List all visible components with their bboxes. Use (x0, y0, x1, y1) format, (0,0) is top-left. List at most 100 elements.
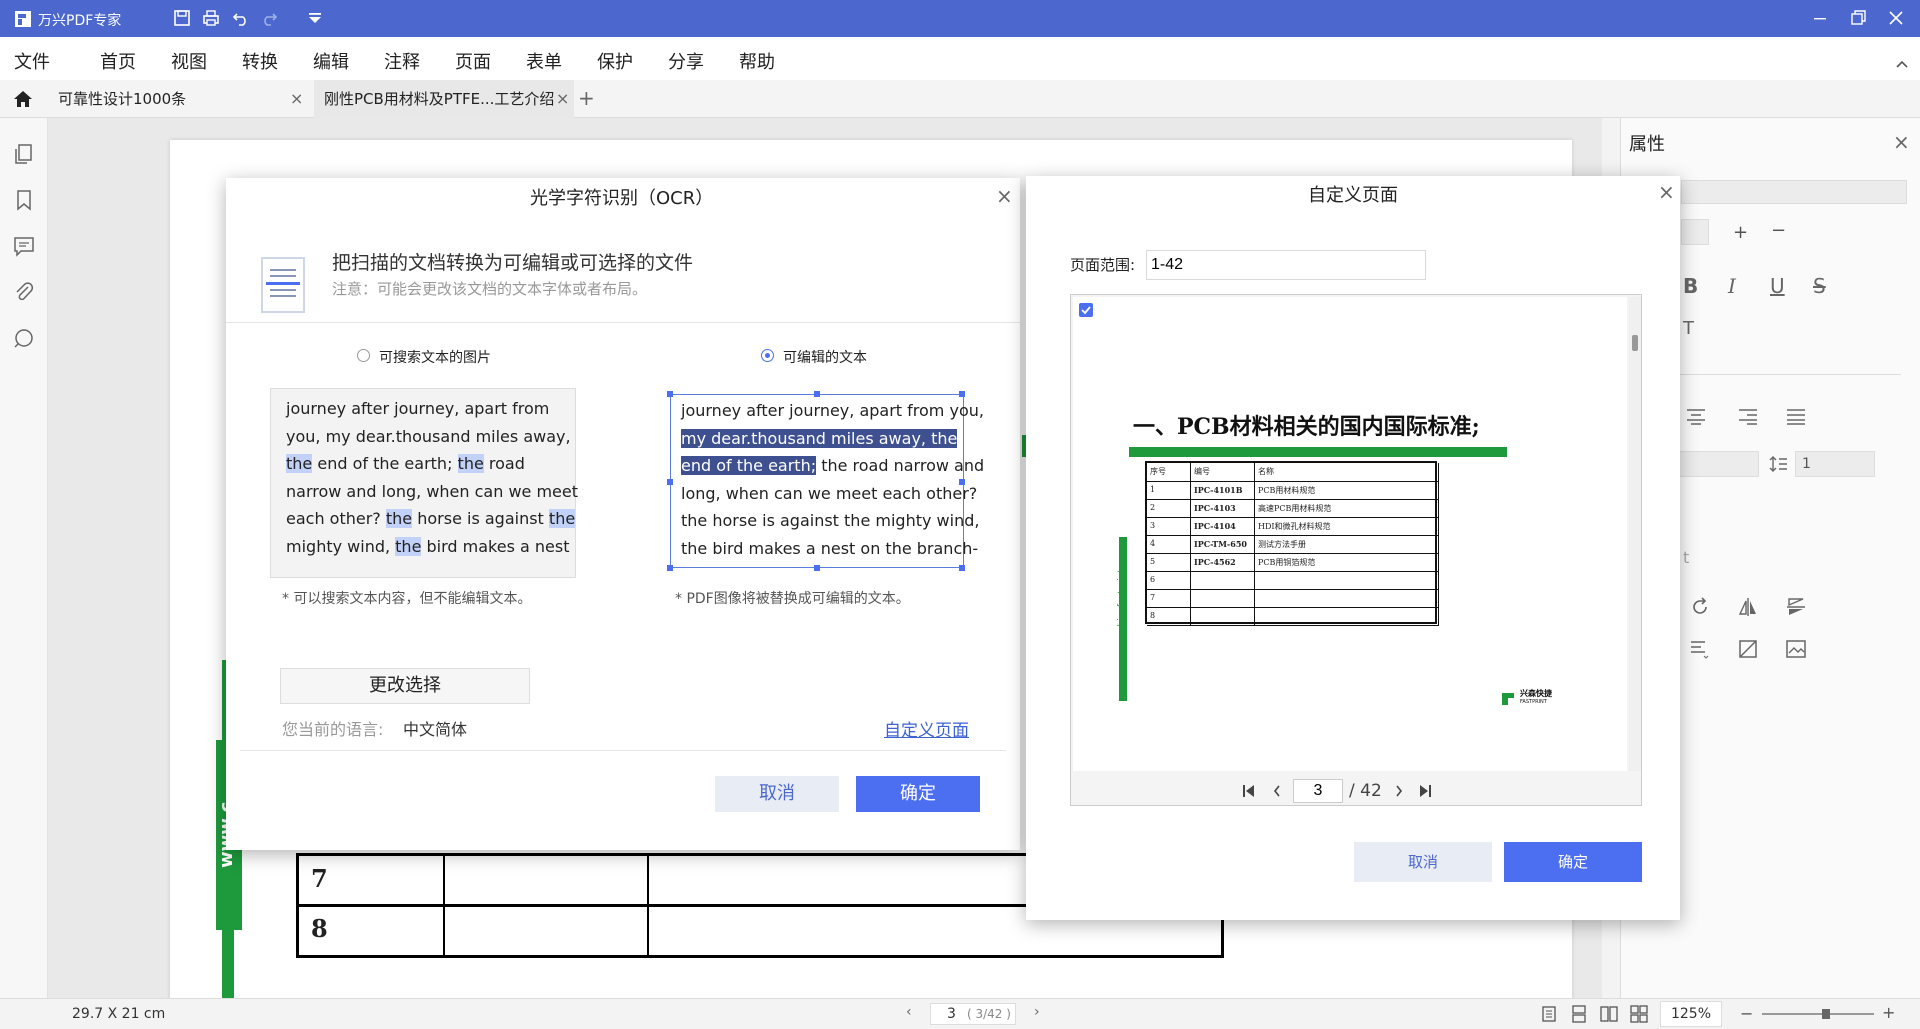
single-page-view-icon[interactable] (1540, 1005, 1558, 1023)
tab-close-icon[interactable]: × (290, 89, 303, 108)
current-page: 3 (947, 1006, 956, 1022)
preview-scrollbar-thumb[interactable] (1632, 335, 1638, 351)
crop-icon[interactable] (1737, 638, 1759, 660)
zoom-in-button[interactable]: + (1882, 1003, 1895, 1022)
replace-image-icon[interactable] (1785, 638, 1807, 660)
menu-protect[interactable]: 保护 (597, 48, 633, 74)
sample-text-line: my dear.thousand miles away, the (681, 428, 958, 448)
font-size-decrease-button[interactable]: − (1771, 220, 1786, 241)
underline-icon[interactable]: U (1770, 274, 1785, 298)
tab-close-icon[interactable]: × (556, 89, 569, 108)
undo-icon[interactable] (231, 8, 251, 28)
zoom-out-button[interactable]: − (1740, 1004, 1753, 1023)
continuous-view-icon[interactable] (1570, 1005, 1588, 1023)
menu-view[interactable]: 视图 (171, 48, 207, 74)
menu-edit[interactable]: 编辑 (313, 48, 349, 74)
preview-table-cell: PCB用铜箔规范 (1255, 554, 1439, 572)
searchable-image-radio[interactable] (357, 349, 370, 362)
editable-text-radio[interactable] (761, 349, 774, 362)
add-tab-button[interactable]: + (578, 86, 595, 110)
line-spacing-input[interactable]: 1 (1795, 451, 1875, 477)
menu-comment[interactable]: 注释 (384, 48, 420, 74)
menu-convert[interactable]: 转换 (242, 48, 278, 74)
menu-page[interactable]: 页面 (455, 48, 491, 74)
grid-view-icon[interactable] (1630, 1005, 1648, 1023)
font-size-select[interactable] (1681, 219, 1709, 245)
first-page-icon[interactable] (1241, 783, 1257, 799)
page-select-checkbox[interactable] (1079, 303, 1093, 317)
restore-icon[interactable] (1848, 8, 1868, 28)
comments-icon[interactable] (12, 234, 36, 258)
zoom-level[interactable]: 125% (1660, 1001, 1722, 1027)
redo-icon[interactable] (259, 8, 279, 28)
bookmark-icon[interactable] (12, 188, 36, 212)
page-range-input[interactable] (1146, 250, 1426, 280)
flip-horizontal-icon[interactable] (1737, 596, 1759, 618)
page-number-input[interactable]: 3 ( 3/42 ) (930, 1003, 1016, 1025)
menu-help[interactable]: 帮助 (739, 48, 775, 74)
language-value[interactable]: 中文简体 (403, 716, 467, 740)
font-size-increase-button[interactable]: + (1733, 222, 1748, 243)
rotate-icon[interactable] (1689, 596, 1711, 618)
preview-table-cell: IPC-TM-650 (1191, 536, 1255, 554)
menu-share[interactable]: 分享 (668, 48, 704, 74)
app-name: 万兴PDF专家 (38, 13, 122, 29)
menu-form[interactable]: 表单 (526, 48, 562, 74)
zoom-slider[interactable] (1762, 1009, 1874, 1019)
collapse-ribbon-icon[interactable] (1894, 57, 1910, 73)
ocr-dialog-close-icon[interactable]: × (996, 184, 1013, 208)
bold-icon[interactable]: B (1683, 274, 1698, 298)
quick-access-dropdown-icon[interactable] (305, 8, 325, 28)
custom-ok-button[interactable]: 确定 (1504, 842, 1642, 882)
menu-home[interactable]: 首页 (100, 48, 136, 74)
ocr-cancel-button[interactable]: 取消 (715, 776, 839, 812)
tab-label: 刚性PCB用材料及PTFE...工艺介绍 (324, 90, 555, 108)
app-logo-icon (15, 11, 31, 27)
home-icon[interactable] (12, 88, 34, 110)
search-icon[interactable] (12, 326, 36, 350)
print-icon[interactable] (201, 8, 221, 28)
prev-page-button[interactable]: ‹ (906, 1004, 912, 1020)
preview-table-cell: 编号 (1191, 463, 1255, 482)
tab-label: 可靠性设计1000条 (58, 90, 187, 108)
tab-pcb-materials[interactable]: 刚性PCB用材料及PTFE...工艺介绍 (314, 80, 574, 118)
text-style-icon[interactable]: T (1683, 318, 1694, 339)
prev-preview-page-icon[interactable] (1271, 783, 1283, 799)
italic-icon[interactable]: I (1728, 274, 1736, 298)
close-window-icon[interactable] (1886, 8, 1906, 28)
align-center-icon[interactable] (1685, 408, 1707, 426)
change-selection-button[interactable]: 更改选择 (280, 668, 530, 704)
next-page-button[interactable]: › (1034, 1004, 1040, 1020)
attachment-icon[interactable] (12, 280, 36, 304)
align-objects-icon[interactable] (1689, 638, 1711, 660)
custom-page-link[interactable]: 自定义页面 (884, 716, 969, 741)
preview-table-cell (1255, 608, 1439, 626)
next-preview-page-icon[interactable] (1393, 783, 1405, 799)
minimize-icon[interactable] (1810, 8, 1830, 28)
properties-close-icon[interactable]: × (1893, 130, 1910, 154)
menu-file[interactable]: 文件 (14, 48, 50, 74)
sample-text-line: long, when can we meet each other? (681, 483, 978, 503)
font-family-select[interactable] (1681, 180, 1907, 204)
strikethrough-icon[interactable]: S (1813, 274, 1826, 298)
ocr-ok-button[interactable]: 确定 (856, 776, 980, 812)
preview-page-input[interactable] (1293, 779, 1343, 803)
preview-table-cell: 测试方法手册 (1255, 536, 1439, 554)
two-page-view-icon[interactable] (1600, 1005, 1618, 1023)
preview-table-cell (1255, 590, 1439, 608)
zoom-slider-handle[interactable] (1822, 1009, 1830, 1019)
editable-text-label: 可编辑的文本 (783, 350, 867, 366)
sample-text-line: the horse is against the mighty wind, (681, 511, 980, 530)
pages-icon[interactable] (12, 142, 36, 166)
custom-page-dialog-close-icon[interactable]: × (1658, 180, 1675, 204)
sample-text-line: narrow and long, when can we meet (286, 481, 579, 501)
last-page-icon[interactable] (1417, 783, 1433, 799)
custom-cancel-button[interactable]: 取消 (1354, 842, 1492, 882)
tab-reliability-design[interactable]: 可靠性设计1000条 (48, 80, 306, 118)
preview-scrollbar[interactable] (1629, 297, 1641, 771)
flip-vertical-icon[interactable] (1785, 596, 1807, 618)
char-spacing-input[interactable] (1679, 451, 1759, 477)
save-icon[interactable] (172, 8, 192, 28)
align-justify-icon[interactable] (1785, 408, 1807, 426)
align-right-icon[interactable] (1737, 408, 1759, 426)
